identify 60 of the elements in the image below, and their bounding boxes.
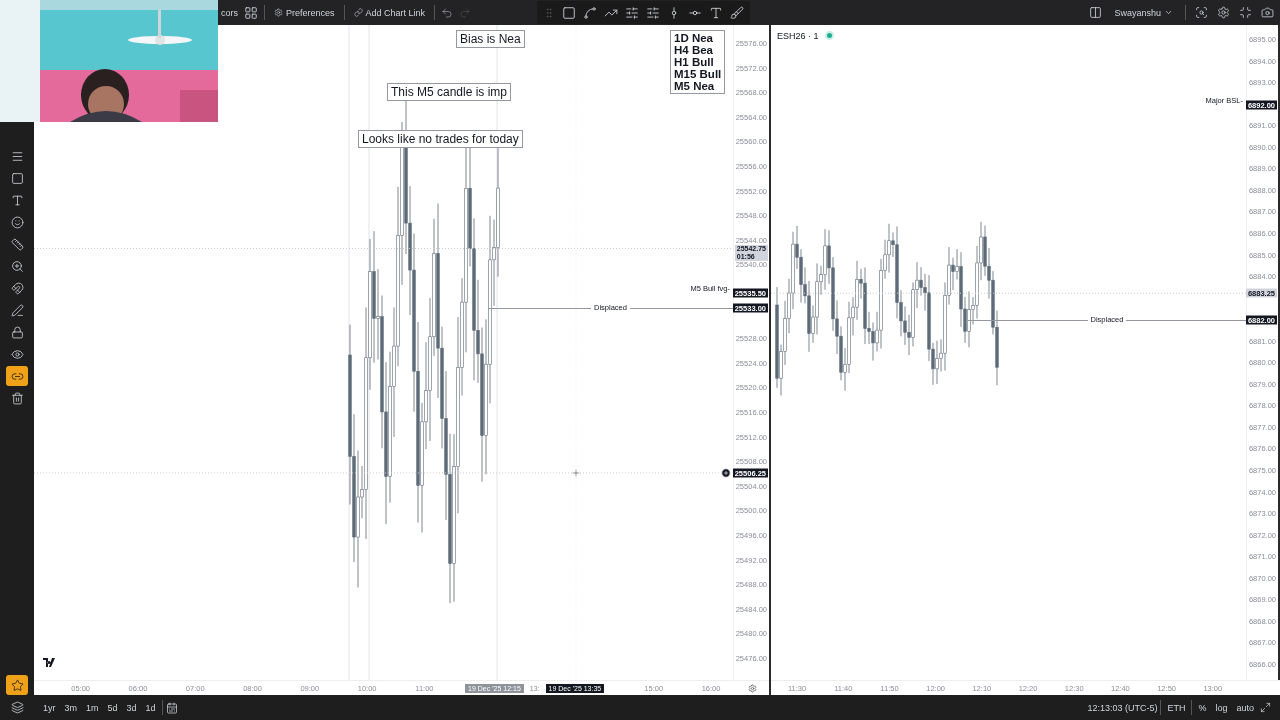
search-icon[interactable]	[1195, 6, 1208, 19]
bias-line: H1 Bull	[674, 56, 715, 68]
range-button[interactable]: 1yr	[40, 700, 59, 715]
minimize-icon[interactable]	[1239, 6, 1252, 19]
chart-note: Looks like no trades for today	[358, 130, 523, 148]
brush-icon[interactable]	[730, 5, 745, 20]
range-button[interactable]: 3d	[123, 700, 140, 715]
chart-note: Bias is Nea	[456, 30, 525, 48]
ruler-icon	[10, 237, 24, 251]
scale-option-button[interactable]: auto	[1233, 700, 1257, 715]
settings-icon[interactable]	[747, 683, 757, 693]
undo-icon[interactable]	[441, 6, 454, 19]
calendar-icon[interactable]	[165, 701, 178, 714]
tool-button[interactable]	[6, 366, 28, 386]
expand-icon[interactable]	[1260, 702, 1271, 713]
settings-icon	[274, 8, 283, 17]
add-alert-icon[interactable]	[721, 467, 731, 478]
sliders-icon[interactable]	[625, 5, 640, 20]
preferences-button[interactable]: Preferences	[271, 5, 338, 20]
sliders-icon[interactable]	[646, 5, 661, 20]
layout-name-button[interactable]: Swayanshu	[1111, 5, 1176, 20]
range-button[interactable]: 5d	[104, 700, 121, 715]
magnet-icon	[10, 281, 24, 295]
scale-option-button[interactable]: %	[1195, 700, 1210, 715]
pen-icon	[10, 303, 24, 317]
range-button[interactable]: 1d	[142, 700, 159, 715]
zoom-icon	[10, 259, 24, 273]
rectangle-icon[interactable]	[562, 5, 577, 20]
text-icon[interactable]	[709, 5, 724, 20]
toolbar-label: cors	[221, 7, 238, 18]
eye-icon	[10, 347, 24, 361]
trash-icon	[10, 391, 24, 405]
clock-label: 12:13:03 (UTC-5)	[1087, 702, 1158, 713]
range-button[interactable]: 3m	[61, 700, 81, 715]
scale-option-button[interactable]: log	[1212, 700, 1231, 715]
text-icon	[10, 193, 24, 207]
chevron-icon	[1164, 8, 1173, 17]
smiley-icon	[10, 215, 24, 229]
chart-note: This M5 candle is imp	[387, 83, 512, 101]
tool-button[interactable]	[6, 675, 28, 695]
bias-line: M5 Nea	[674, 80, 716, 92]
bias-line: M15 Bull	[674, 68, 722, 80]
logo-icon	[43, 658, 57, 667]
session-button[interactable]: ETH	[1164, 700, 1189, 715]
curve-icon[interactable]	[583, 5, 598, 20]
rectangle-icon	[10, 171, 24, 185]
camera-icon[interactable]	[1261, 6, 1274, 19]
chart-link-button[interactable]: Add Chart Link	[350, 5, 429, 20]
crosshair-icon	[571, 467, 581, 478]
menu-icon	[10, 149, 24, 163]
link-icon	[353, 8, 363, 17]
layout-icon[interactable]	[1089, 6, 1103, 19]
layers-icon	[10, 700, 24, 714]
lock-icon	[10, 325, 24, 339]
range-button[interactable]: 1m	[83, 700, 102, 715]
bias-line: 1D Nea	[674, 32, 714, 44]
star-icon	[10, 678, 24, 692]
symbol-label: ESH26 · 1	[777, 31, 819, 41]
grid-icon[interactable]	[244, 5, 258, 20]
bias-line: H4 Bea	[674, 44, 714, 56]
